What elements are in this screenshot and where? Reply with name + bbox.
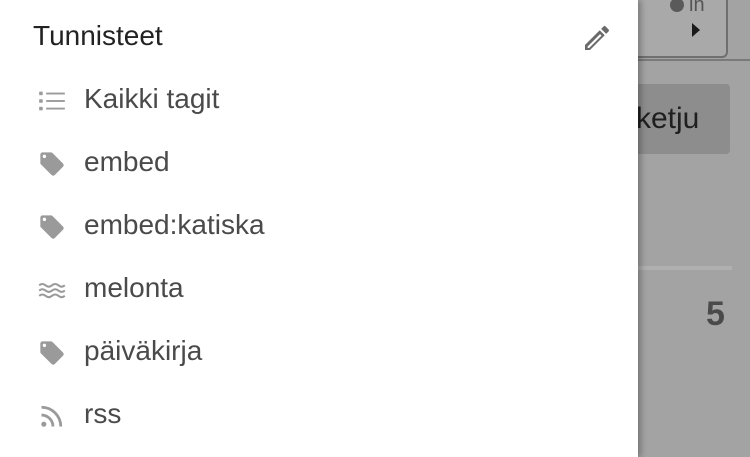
- tag-icon: [38, 339, 66, 367]
- screen: in ketju 5 Tunnisteet Kaikki tagit embed…: [0, 0, 750, 457]
- tag-label: embed:katiska: [84, 209, 265, 240]
- drawer-header: Tunnisteet: [0, 0, 638, 72]
- tags-drawer: Tunnisteet Kaikki tagit embed embed:kati…: [0, 0, 638, 457]
- drawer-title: Tunnisteet: [33, 20, 163, 51]
- tag-item-melonta[interactable]: melonta: [0, 257, 638, 320]
- tag-item-embed-katiska[interactable]: embed:katiska: [0, 194, 638, 257]
- tag-list: Kaikki tagit embed embed:katiska melonta…: [0, 68, 638, 446]
- tag-label: rss: [84, 398, 122, 429]
- caret-right-icon: [692, 23, 700, 37]
- tag-item-rss[interactable]: rss: [0, 383, 638, 446]
- pencil-icon: [585, 25, 610, 50]
- tag-item-all-tags[interactable]: Kaikki tagit: [0, 68, 638, 131]
- list-icon: [38, 87, 66, 115]
- tag-label: melonta: [84, 272, 184, 303]
- language-label: in: [689, 0, 705, 16]
- edit-tags-button[interactable]: [581, 22, 613, 54]
- tag-label: embed: [84, 146, 170, 177]
- tag-label: Kaikki tagit: [84, 83, 220, 114]
- tag-label: päiväkirja: [84, 335, 203, 366]
- count-value: 5: [706, 295, 725, 333]
- waves-icon: [38, 276, 66, 304]
- rss-icon: [38, 402, 66, 430]
- tag-item-paivakirja[interactable]: päiväkirja: [0, 320, 638, 383]
- tag-icon: [38, 213, 66, 241]
- tag-item-embed[interactable]: embed: [0, 131, 638, 194]
- globe-icon: [670, 0, 684, 12]
- thread-button-label: ketju: [636, 102, 700, 135]
- tag-icon: [38, 150, 66, 178]
